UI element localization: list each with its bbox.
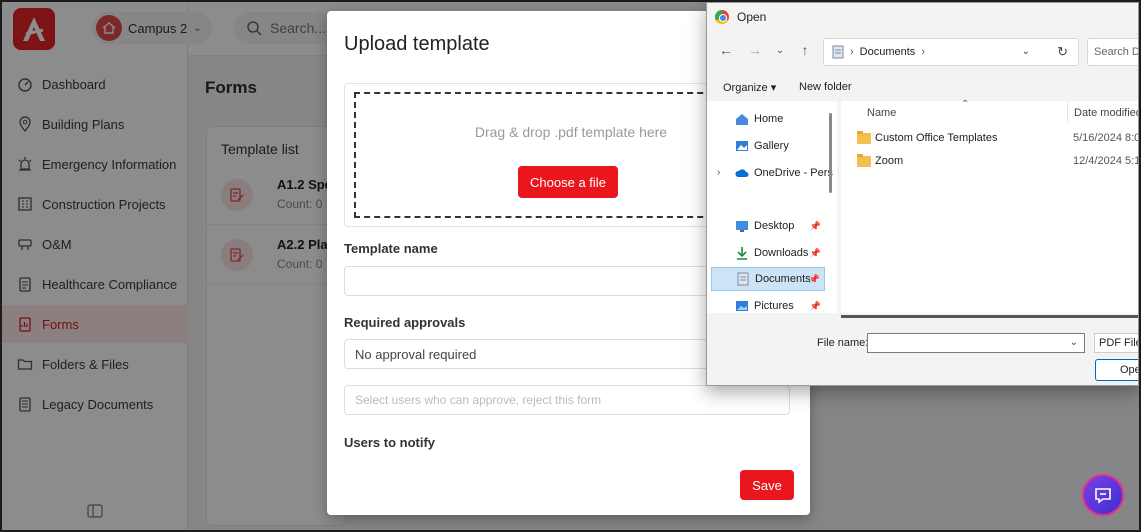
up-arrow-icon[interactable]: ↑ [796, 41, 814, 59]
pin-icon[interactable]: 📌 [810, 301, 821, 312]
chrome-icon [715, 10, 729, 24]
tree-item-pictures[interactable]: Pictures 📌 [711, 294, 825, 318]
breadcrumb[interactable]: Documents [860, 46, 916, 58]
template-name-label: Template name [344, 241, 438, 256]
documents-icon [832, 45, 844, 59]
tree-item-label: Gallery [754, 140, 789, 152]
tree-item-label: Documents [755, 273, 811, 285]
sort-up-icon: ⌃ [961, 99, 970, 110]
documents-icon [736, 272, 750, 286]
chat-support-button[interactable] [1082, 474, 1124, 516]
save-button[interactable]: Save [740, 470, 794, 500]
file-name-input[interactable]: ⌄ [867, 333, 1085, 353]
gallery-icon [735, 139, 749, 153]
column-separator[interactable] [1067, 101, 1068, 123]
file-type-select[interactable]: PDF File (* [1094, 333, 1138, 353]
download-icon [735, 246, 749, 260]
open-file-dialog: Open ← → ⌄ ↑ › Documents › ⌄ ↻ Search Do… [706, 2, 1139, 386]
tree-item-label: Downloads [754, 247, 809, 259]
tree-item-desktop[interactable]: Desktop 📌 [711, 214, 825, 238]
folder-icon [857, 130, 871, 144]
modal-title: Upload template [344, 33, 490, 55]
chevron-down-icon[interactable]: ⌄ [1070, 337, 1078, 348]
organize-button[interactable]: Organize ▾ [723, 81, 776, 94]
tree-item-label: Pictures [754, 300, 794, 312]
tree-item-documents[interactable]: Documents 📌 [711, 267, 825, 291]
tree-item-label: OneDrive - Pers [754, 167, 833, 179]
tree-item-label: Desktop [754, 220, 795, 232]
dialog-search-input[interactable]: Search Doc [1087, 38, 1138, 66]
approvers-input[interactable]: Select users who can approve, reject thi… [344, 385, 790, 415]
dialog-title: Open [737, 10, 767, 24]
forward-arrow-icon[interactable]: → [746, 41, 764, 59]
chat-icon [1095, 488, 1111, 504]
recent-locations-icon[interactable]: ⌄ [771, 41, 789, 59]
file-date: 12/4/2024 5:16 [1073, 155, 1138, 167]
pin-icon[interactable]: 📌 [809, 274, 820, 285]
new-folder-button[interactable]: New folder [799, 81, 852, 93]
home-icon [735, 112, 749, 126]
file-list-pane: Name ⌃ Date modified Custom Office Templ… [841, 99, 1138, 313]
folder-icon [857, 153, 871, 167]
tree-item-home[interactable]: Home [711, 107, 825, 131]
notify-label: Users to notify [344, 435, 436, 450]
desktop-icon [735, 219, 749, 233]
pin-icon[interactable]: 📌 [810, 248, 821, 259]
navigation-pane: Home Gallery › OneDrive - Pers Desktop 📌… [707, 101, 837, 313]
dialog-footer: File name: ⌄ PDF File (* Open [707, 321, 1138, 385]
breadcrumb-separator: › [921, 46, 925, 58]
file-row[interactable]: Custom Office Templates 5/16/2024 8:01 [857, 127, 1138, 149]
vertical-scrollbar[interactable] [829, 113, 832, 193]
dialog-title-bar[interactable]: Open [707, 3, 1138, 31]
file-date: 5/16/2024 8:01 [1073, 132, 1138, 144]
refresh-icon[interactable]: ↻ [1057, 44, 1068, 60]
file-name-label: File name: [817, 337, 869, 349]
tree-item-downloads[interactable]: Downloads 📌 [711, 241, 825, 265]
dialog-toolbar: Organize ▾ New folder [707, 75, 1138, 101]
chevron-down-icon[interactable]: ⌄ [1022, 46, 1030, 57]
back-arrow-icon[interactable]: ← [717, 41, 735, 59]
horizontal-scrollbar[interactable] [841, 315, 1138, 318]
tree-item-onedrive[interactable]: OneDrive - Pers [711, 161, 833, 185]
tree-item-gallery[interactable]: Gallery [711, 134, 825, 158]
address-bar[interactable]: › Documents › ⌄ ↻ [823, 38, 1079, 66]
file-name: Zoom [875, 155, 904, 167]
tree-item-label: Home [754, 113, 784, 125]
column-header-date[interactable]: Date modified [1074, 107, 1138, 119]
choose-file-button[interactable]: Choose a file [518, 166, 618, 198]
file-row[interactable]: Zoom 12/4/2024 5:16 [857, 150, 1138, 172]
approvals-label: Required approvals [344, 315, 466, 330]
pin-icon[interactable]: 📌 [810, 221, 821, 232]
breadcrumb-separator: › [850, 46, 854, 58]
column-header-name[interactable]: Name [867, 107, 896, 119]
pictures-icon [735, 299, 749, 313]
cloud-icon [735, 166, 749, 180]
open-button[interactable]: Open [1095, 359, 1138, 381]
app-frame: Dashboard Building Plans Emergency Infor… [2, 2, 1139, 530]
file-name: Custom Office Templates [875, 132, 998, 144]
